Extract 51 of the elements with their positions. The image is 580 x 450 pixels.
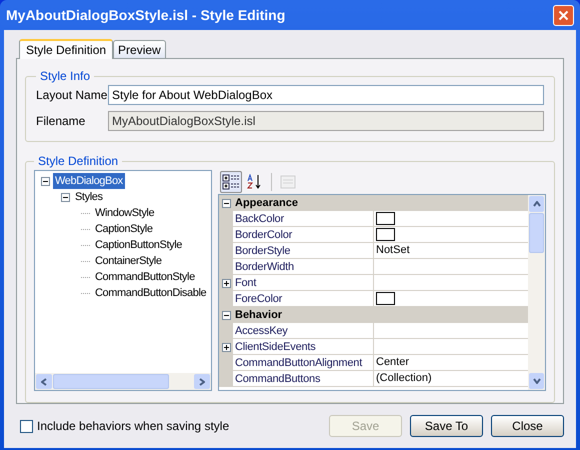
- tree-item[interactable]: ContainerStyle: [93, 252, 164, 270]
- expand-icon[interactable]: [222, 342, 230, 352]
- collapse-icon[interactable]: [41, 176, 50, 186]
- dialog-button[interactable]: Save To: [410, 415, 483, 437]
- tree-item[interactable]: WindowStyle: [93, 204, 156, 222]
- tree-item[interactable]: CommandButtonDisable: [93, 284, 208, 302]
- group-title: Style Definition: [37, 153, 120, 170]
- collapse-icon[interactable]: [222, 310, 230, 320]
- property-value[interactable]: Center: [376, 354, 410, 371]
- property-name[interactable]: BackColor: [233, 211, 374, 227]
- property-name[interactable]: CommandButtonAlignment: [233, 355, 374, 371]
- checkbox-label: Include behaviors when saving style: [37, 418, 230, 435]
- tab[interactable]: Preview: [113, 40, 166, 58]
- property-name[interactable]: BorderWidth: [233, 259, 374, 275]
- group-title: Style Info: [39, 68, 92, 85]
- tree-item[interactable]: CaptionStyle: [93, 220, 155, 238]
- property-name[interactable]: CommandButtons: [233, 371, 374, 387]
- close-icon: [558, 10, 569, 20]
- window-title: MyAboutDialogBoxStyle.isl - Style Editing: [6, 6, 286, 25]
- dialog-button: Save: [329, 415, 402, 437]
- checkbox[interactable]: [20, 420, 33, 432]
- property-name[interactable]: BorderColor: [233, 227, 374, 243]
- vertical-scrollbar[interactable]: [528, 195, 545, 390]
- tree-item[interactable]: WebDialogBox: [53, 172, 125, 190]
- category-title: Behavior: [234, 308, 282, 323]
- property-value[interactable]: NotSet: [376, 242, 410, 259]
- expand-icon[interactable]: [222, 278, 230, 288]
- field-label: Layout Name: [36, 87, 108, 104]
- tree-item[interactable]: CaptionButtonStyle: [93, 236, 184, 254]
- collapse-icon[interactable]: [61, 192, 70, 202]
- text-field[interactable]: Style for About WebDialogBox: [108, 85, 544, 105]
- scrollbar-thumb[interactable]: [53, 374, 169, 389]
- scrollbar-thumb[interactable]: [529, 213, 544, 253]
- property-name[interactable]: ClientSideEvents: [233, 339, 374, 355]
- close-button[interactable]: [553, 4, 574, 26]
- dialog-button[interactable]: Close: [491, 415, 564, 437]
- collapse-icon[interactable]: [222, 198, 230, 208]
- tree-item[interactable]: CommandButtonStyle: [93, 268, 197, 286]
- tree-item[interactable]: Styles: [73, 188, 105, 206]
- horizontal-scrollbar[interactable]: [35, 373, 211, 390]
- field-label: Filename: [36, 113, 86, 130]
- category-title: Appearance: [234, 196, 298, 211]
- property-name[interactable]: Font: [233, 275, 374, 291]
- property-name[interactable]: AccessKey: [233, 323, 374, 339]
- tab[interactable]: Style Definition: [19, 39, 114, 59]
- property-name[interactable]: BorderStyle: [233, 243, 374, 259]
- property-value[interactable]: (Collection): [376, 370, 432, 387]
- category-row[interactable]: Behavior: [219, 307, 528, 323]
- categorized-button[interactable]: [220, 171, 242, 193]
- category-row[interactable]: Appearance: [219, 195, 528, 211]
- text-field: MyAboutDialogBoxStyle.isl: [108, 111, 544, 131]
